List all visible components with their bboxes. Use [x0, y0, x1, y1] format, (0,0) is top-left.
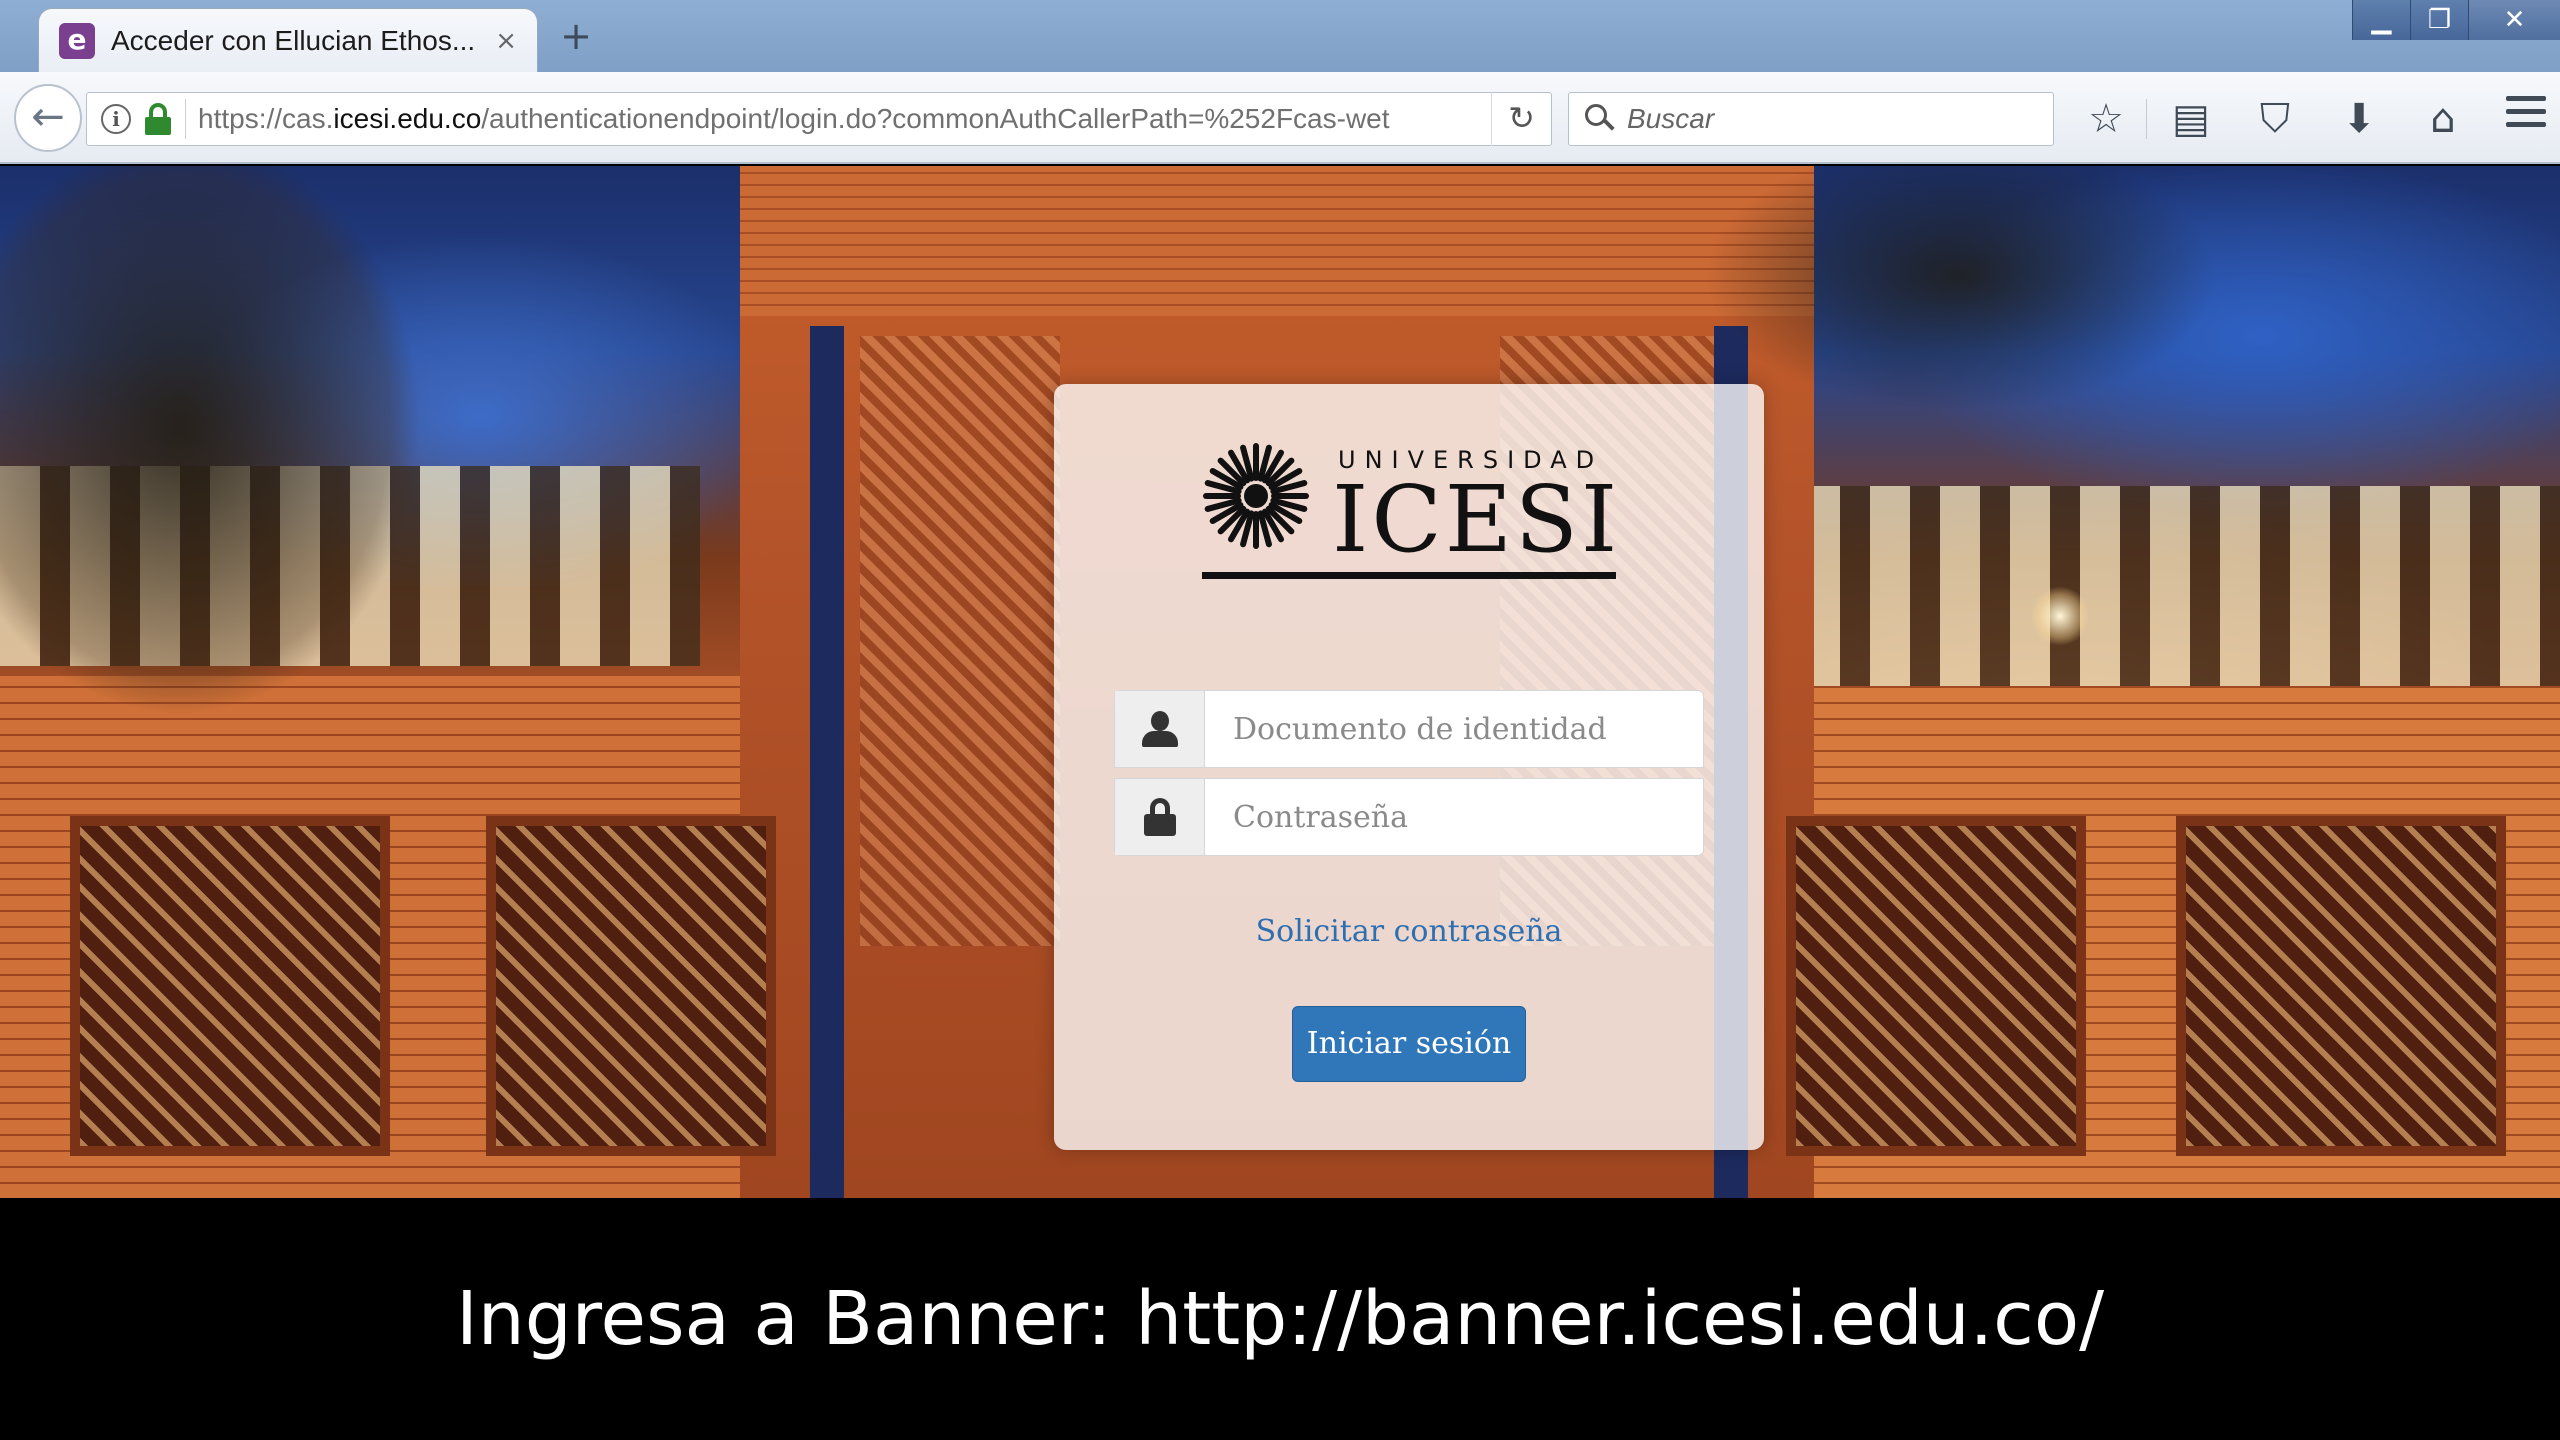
reading-list-icon[interactable]: ▤ [2165, 92, 2217, 146]
icesi-seal-icon [1203, 443, 1309, 549]
pillar-left [810, 326, 844, 1198]
reload-icon[interactable]: ↻ [1491, 92, 1551, 146]
browser-toolbar: ☆ ▤ ⛉ ⬇ ⌂ [2080, 92, 2501, 146]
download-icon[interactable]: ⬇ [2333, 92, 2385, 146]
new-tab-button[interactable]: + [556, 14, 596, 58]
toolbar-separator [2146, 99, 2147, 139]
password-field-group [1114, 778, 1704, 856]
hamburger-menu-icon[interactable] [2506, 96, 2546, 140]
lamp-glow [2030, 586, 2090, 646]
close-window-button[interactable]: ✕ [2468, 0, 2560, 40]
search-bar[interactable] [1568, 92, 2054, 146]
search-input[interactable] [1627, 103, 2027, 135]
lattice-window-2 [486, 816, 776, 1156]
caption-bar: Ingresa a Banner: http://banner.icesi.ed… [0, 1198, 2560, 1440]
url-separator [185, 99, 186, 139]
user-icon [1141, 711, 1178, 747]
logo-main-text: ICESI [1332, 466, 1621, 573]
lattice-window-1 [70, 816, 390, 1156]
site-info-icon[interactable]: i [101, 104, 131, 134]
tab-title: Acceder con Ellucian Ethos... [111, 24, 476, 56]
minimize-button[interactable]: ▁ [2352, 0, 2410, 40]
url-path: /authenticationendpoint/login.do?commonA… [481, 103, 1390, 134]
window-controls: ▁ ❐ ✕ [2352, 0, 2560, 40]
browser-navbar: ← i https://cas.icesi.edu.co/authenticat… [0, 72, 2560, 164]
ellucian-favicon-icon: e [59, 22, 95, 59]
home-icon[interactable]: ⌂ [2417, 92, 2469, 146]
url-host: icesi.edu.co [333, 103, 482, 134]
password-input[interactable] [1205, 779, 1703, 855]
windows-right [1800, 486, 2560, 686]
url-prefix: https://cas. [198, 103, 334, 134]
url-text[interactable]: https://cas.icesi.edu.co/authenticatione… [198, 103, 1491, 135]
tab-close-icon[interactable]: × [495, 26, 517, 56]
browser-titlebar: e Acceder con Ellucian Ethos... × + ▁ ❐ … [0, 0, 2560, 72]
pocket-icon[interactable]: ⛉ [2249, 92, 2301, 146]
lattice-window-3 [1786, 816, 2086, 1156]
palm-tree-left [0, 166, 540, 826]
caption-text: Ingresa a Banner: http://banner.icesi.ed… [455, 1276, 2105, 1362]
tower-pattern-left [860, 336, 1060, 946]
browser-tab-active[interactable]: e Acceder con Ellucian Ethos... × [38, 8, 538, 72]
secure-lock-icon[interactable] [145, 103, 171, 135]
url-bar[interactable]: i https://cas.icesi.edu.co/authenticatio… [86, 92, 1552, 146]
bookmark-star-icon[interactable]: ☆ [2080, 92, 2132, 146]
username-input[interactable] [1205, 691, 1703, 767]
back-button[interactable]: ← [14, 84, 82, 152]
lattice-window-4 [2176, 816, 2506, 1156]
search-icon [1585, 104, 1615, 134]
lock-icon [1143, 798, 1176, 836]
restore-button[interactable]: ❐ [2410, 0, 2468, 40]
logo-underline [1202, 572, 1616, 579]
login-card: UNIVERSIDAD ICESI Solicitar contraseña I… [1054, 384, 1764, 1150]
username-addon [1115, 691, 1205, 767]
login-button[interactable]: Iniciar sesión [1292, 1006, 1526, 1082]
password-addon [1115, 779, 1205, 855]
icesi-logo: UNIVERSIDAD ICESI [1202, 440, 1622, 582]
request-password-link[interactable]: Solicitar contraseña [1054, 914, 1764, 949]
username-field-group [1114, 690, 1704, 768]
